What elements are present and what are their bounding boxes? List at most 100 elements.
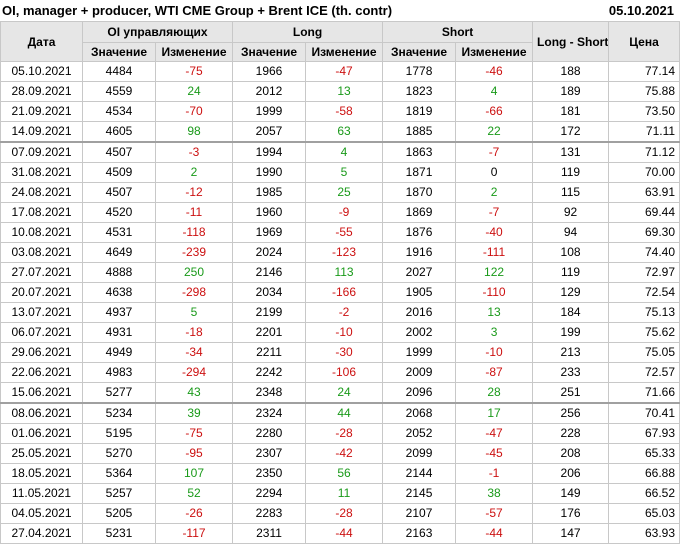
oi-value-cell: 4520 — [82, 202, 156, 223]
table-row: 29.06.2021 4949 -34 2211 -30 1999 -10 213 75.05 — [0, 342, 680, 363]
col-header-price: Цена — [608, 21, 680, 62]
oi-change-cell: 2 — [154, 162, 234, 183]
price-cell: 67.93 — [608, 423, 680, 444]
long-change-cell: -42 — [305, 443, 384, 464]
long-short-cell: 119 — [532, 262, 610, 283]
short-value-cell: 1863 — [382, 141, 457, 163]
table-row: 15.06.2021 5277 43 2348 24 2096 28 251 71.66 — [0, 382, 680, 404]
date-cell: 05.10.2021 — [0, 61, 83, 82]
price-cell: 66.52 — [608, 483, 680, 504]
price-cell: 69.30 — [608, 222, 680, 243]
short-value-cell: 1870 — [382, 182, 457, 203]
long-short-cell: 92 — [532, 202, 610, 223]
price-cell: 75.88 — [608, 81, 680, 102]
long-change-cell: 11 — [305, 483, 384, 504]
long-change-cell: 56 — [305, 463, 384, 484]
long-value-cell: 2324 — [232, 402, 307, 424]
long-value-cell: 2283 — [232, 503, 307, 524]
price-cell: 72.54 — [608, 282, 680, 303]
short-value-cell: 1916 — [382, 242, 457, 263]
col-header-short: Short — [382, 21, 534, 43]
price-cell: 71.66 — [608, 382, 680, 404]
date-cell: 29.06.2021 — [0, 342, 83, 363]
table-row: 28.09.2021 4559 24 2012 13 1823 4 189 75.88 — [0, 81, 680, 102]
table-row: 04.05.2021 5205 -26 2283 -28 2107 -57 176 65.03 — [0, 503, 680, 524]
short-value-cell: 2027 — [382, 262, 457, 283]
long-change-cell: -47 — [305, 61, 384, 82]
oi-change-cell: 98 — [154, 121, 234, 143]
long-short-cell: 149 — [532, 483, 610, 504]
long-value-cell: 1999 — [232, 101, 307, 122]
date-cell: 27.04.2021 — [0, 523, 83, 544]
long-value-cell: 2201 — [232, 322, 307, 343]
oi-value-cell: 4983 — [82, 362, 156, 383]
oi-value-cell: 5277 — [82, 382, 156, 404]
short-value-cell: 1999 — [382, 342, 457, 363]
table-row: 31.08.2021 4509 2 1990 5 1871 0 119 70.00 — [0, 162, 680, 183]
col-header-short-change: Изменение — [455, 42, 534, 62]
short-value-cell: 2068 — [382, 402, 457, 424]
oi-value-cell: 4531 — [82, 222, 156, 243]
oi-change-cell: -11 — [154, 202, 234, 223]
price-cell: 75.05 — [608, 342, 680, 363]
date-cell: 22.06.2021 — [0, 362, 83, 383]
long-value-cell: 2199 — [232, 302, 307, 323]
long-change-cell: 63 — [305, 121, 384, 143]
date-cell: 17.08.2021 — [0, 202, 83, 223]
price-cell: 69.44 — [608, 202, 680, 223]
price-cell: 71.12 — [608, 141, 680, 163]
oi-value-cell: 5205 — [82, 503, 156, 524]
positions-table: Дата OI управляющих Long Short Long - Sh… — [0, 21, 680, 544]
date-cell: 25.05.2021 — [0, 443, 83, 464]
long-value-cell: 2012 — [232, 81, 307, 102]
long-value-cell: 2057 — [232, 121, 307, 143]
short-value-cell: 2016 — [382, 302, 457, 323]
short-change-cell: -7 — [455, 202, 534, 223]
short-change-cell: 22 — [455, 121, 534, 143]
long-short-cell: 176 — [532, 503, 610, 524]
short-value-cell: 2107 — [382, 503, 457, 524]
table-row: 24.08.2021 4507 -12 1985 25 1870 2 115 63.91 — [0, 182, 680, 203]
price-cell: 63.91 — [608, 182, 680, 203]
long-value-cell: 2311 — [232, 523, 307, 544]
col-header-short-value: Значение — [382, 42, 457, 62]
table-row: 18.05.2021 5364 107 2350 56 2144 -1 206 66.88 — [0, 463, 680, 484]
date-cell: 04.05.2021 — [0, 503, 83, 524]
short-value-cell: 1823 — [382, 81, 457, 102]
oi-value-cell: 5195 — [82, 423, 156, 444]
oi-value-cell: 4638 — [82, 282, 156, 303]
date-cell: 11.05.2021 — [0, 483, 83, 504]
long-change-cell: -9 — [305, 202, 384, 223]
table-row: 03.08.2021 4649 -239 2024 -123 1916 -111 108 74.… — [0, 242, 680, 263]
col-header-oi: OI управляющих — [81, 21, 234, 43]
long-short-cell: 228 — [532, 423, 610, 444]
short-change-cell: -66 — [455, 101, 534, 122]
oi-change-cell: -95 — [154, 443, 234, 464]
long-value-cell: 2350 — [232, 463, 307, 484]
oi-change-cell: 52 — [154, 483, 234, 504]
oi-change-cell: -294 — [154, 362, 234, 383]
short-value-cell: 1871 — [382, 162, 457, 183]
short-value-cell: 1876 — [382, 222, 457, 243]
short-change-cell: -44 — [455, 523, 534, 544]
date-cell: 06.07.2021 — [0, 322, 83, 343]
table-row: 20.07.2021 4638 -298 2034 -166 1905 -110 129 72.… — [0, 282, 680, 303]
price-cell: 65.03 — [608, 503, 680, 524]
long-short-cell: 181 — [532, 101, 610, 122]
short-value-cell: 1869 — [382, 202, 457, 223]
long-change-cell: 44 — [305, 402, 384, 424]
long-value-cell: 2348 — [232, 382, 307, 404]
oi-change-cell: 39 — [154, 402, 234, 424]
oi-value-cell: 4649 — [82, 242, 156, 263]
short-change-cell: 13 — [455, 302, 534, 323]
oi-change-cell: -12 — [154, 182, 234, 203]
long-short-cell: 206 — [532, 463, 610, 484]
date-cell: 15.06.2021 — [0, 382, 83, 404]
short-change-cell: 38 — [455, 483, 534, 504]
table-body: 05.10.2021 4484 -75 1966 -47 1778 -46 188 77.14 2… — [0, 61, 680, 544]
short-change-cell: -111 — [455, 242, 534, 263]
short-change-cell: -110 — [455, 282, 534, 303]
short-value-cell: 2099 — [382, 443, 457, 464]
oi-change-cell: -18 — [154, 322, 234, 343]
short-change-cell: -40 — [455, 222, 534, 243]
